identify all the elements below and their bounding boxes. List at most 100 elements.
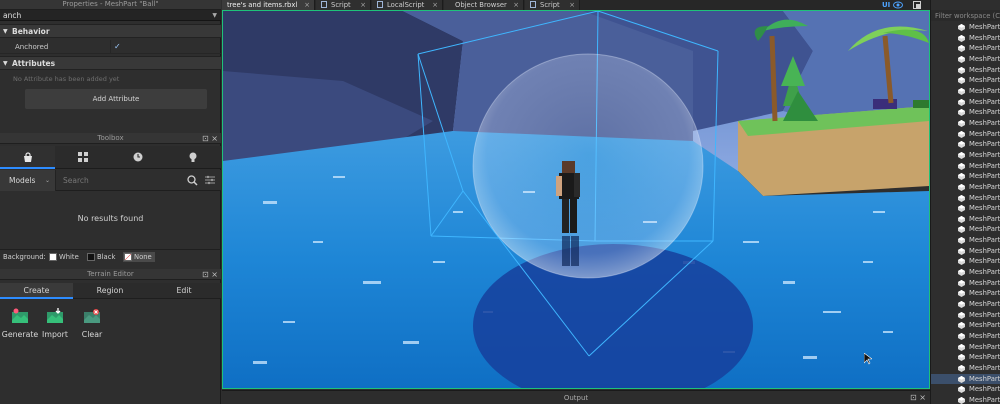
explorer-tree-item[interactable]: MeshPart <box>931 288 1000 299</box>
close-icon[interactable]: × <box>569 0 575 10</box>
mouse-cursor-icon <box>864 353 872 365</box>
meshpart-icon <box>958 87 965 95</box>
close-icon[interactable]: × <box>432 0 438 10</box>
search-icon[interactable] <box>187 175 198 186</box>
explorer-tree-item[interactable]: MeshPart <box>931 75 1000 86</box>
tab-place-file[interactable]: tree's and items.rbxl × <box>222 0 315 10</box>
anchored-property-row[interactable]: Anchored ✓ <box>0 40 221 54</box>
explorer-tree-item[interactable]: MeshPart <box>931 256 1000 267</box>
explorer-tree-item[interactable]: MeshPart <box>931 214 1000 225</box>
tab-create[interactable]: Create <box>0 283 73 299</box>
close-icon[interactable]: × <box>304 0 310 10</box>
lightbulb-icon <box>189 152 196 162</box>
explorer-tree-item[interactable]: MeshPart <box>931 150 1000 161</box>
meshpart-icon <box>958 66 965 74</box>
tab-label: tree's and items.rbxl <box>227 1 298 9</box>
explorer-tree-item[interactable]: MeshPart <box>931 342 1000 353</box>
meshpart-icon <box>958 77 965 85</box>
explorer-tree-item[interactable]: MeshPart <box>931 118 1000 129</box>
properties-header: Properties - MeshPart "Ball" <box>0 0 221 10</box>
tab-script[interactable]: Script × <box>316 0 371 10</box>
tab-region[interactable]: Region <box>73 283 147 299</box>
behavior-section-header[interactable]: ▼ Behavior <box>0 24 221 38</box>
close-icon[interactable]: × <box>360 0 366 10</box>
explorer-tree-item[interactable]: MeshPart <box>931 267 1000 278</box>
properties-filter[interactable]: anch ▼ <box>0 10 221 21</box>
import-tool[interactable]: Import <box>35 308 75 339</box>
explorer-tree-item[interactable]: MeshPart <box>931 129 1000 140</box>
chevron-down-icon[interactable]: ▼ <box>212 10 217 21</box>
anchored-checkbox[interactable]: ✓ <box>114 40 121 54</box>
explorer-tree-item[interactable]: MeshPart <box>931 54 1000 65</box>
explorer-tree-item[interactable]: MeshPart <box>931 299 1000 310</box>
generate-tool[interactable]: Generate <box>0 308 40 339</box>
explorer-tree-item[interactable]: MeshPart <box>931 235 1000 246</box>
add-attribute-button[interactable]: Add Attribute <box>25 89 207 109</box>
explorer-filter-input[interactable] <box>931 10 1000 21</box>
bg-none-label: None <box>134 253 152 261</box>
explorer-tree-item[interactable]: MeshPart <box>931 97 1000 108</box>
tab-marketplace[interactable] <box>55 146 110 169</box>
explorer-tree-item[interactable]: MeshPart <box>931 320 1000 331</box>
tab-localscript[interactable]: LocalScript × <box>372 0 443 10</box>
panel-controls[interactable]: ⊡ × <box>910 391 926 404</box>
attributes-section-header[interactable]: ▼ Attributes <box>0 56 221 70</box>
bg-black-option[interactable]: Black <box>86 252 115 262</box>
explorer-item-label: MeshPart <box>969 118 1000 127</box>
toolbox-search-input[interactable] <box>58 172 200 189</box>
explorer-tree-item[interactable]: MeshPart <box>931 171 1000 182</box>
panel-controls[interactable]: ⊡ × <box>202 133 218 144</box>
explorer-tree-item[interactable]: MeshPart <box>931 246 1000 257</box>
meshpart-icon <box>958 215 965 223</box>
ball-sphere[interactable] <box>472 53 704 279</box>
meshpart-icon <box>958 226 965 234</box>
tab-script-2[interactable]: Script × <box>525 0 580 10</box>
output-title: Output <box>563 394 589 402</box>
explorer-tree-item[interactable]: MeshPart <box>931 139 1000 150</box>
filter-icon[interactable] <box>205 175 215 185</box>
models-dropdown[interactable]: Models ⌄ <box>0 170 56 191</box>
explorer-tree-item[interactable]: MeshPart <box>931 22 1000 33</box>
explorer-tree-item[interactable]: MeshPart <box>931 161 1000 172</box>
explorer-tree-item[interactable]: MeshPart <box>931 86 1000 97</box>
explorer-tree-item[interactable]: MeshPart <box>931 363 1000 374</box>
toolbox-search-row: Models ⌄ <box>0 170 221 191</box>
explorer-tree-item[interactable]: MeshPart <box>931 352 1000 363</box>
explorer-tree-item[interactable]: MeshPart <box>931 310 1000 321</box>
close-icon[interactable]: × <box>513 0 519 10</box>
tab-inventory[interactable] <box>0 146 55 169</box>
output-panel-header[interactable]: Output ⊡ × <box>222 390 930 404</box>
bg-none-option[interactable]: None <box>123 252 155 262</box>
panel-controls[interactable]: ⊡ × <box>202 269 218 280</box>
explorer-tree-item[interactable]: MeshPart <box>931 33 1000 44</box>
meshpart-icon <box>958 343 965 351</box>
explorer-tree-item[interactable]: MeshPart <box>931 107 1000 118</box>
tab-object-browser[interactable]: Object Browser × <box>444 0 524 10</box>
explorer-item-label: MeshPart <box>969 214 1000 223</box>
properties-filter-value: anch <box>3 11 22 20</box>
scene-render <box>223 11 929 388</box>
script-icon <box>321 1 327 8</box>
explorer-tree-item[interactable]: MeshPart <box>931 203 1000 214</box>
3d-viewport[interactable] <box>222 10 930 389</box>
tab-recent[interactable] <box>110 146 165 169</box>
device-emulator-icon[interactable] <box>913 1 921 9</box>
explorer-tree-item[interactable]: MeshPart <box>931 182 1000 193</box>
explorer-tree-item[interactable]: MeshPart <box>931 395 1000 404</box>
tab-creations[interactable] <box>165 146 220 169</box>
bg-white-option[interactable]: White <box>48 252 79 262</box>
explorer-tree-item[interactable]: MeshPart <box>931 278 1000 289</box>
explorer-tree-item[interactable]: MeshPart <box>931 193 1000 204</box>
ui-visibility-label[interactable]: UI <box>882 0 890 10</box>
explorer-tree-item[interactable]: MeshPart <box>931 384 1000 395</box>
eye-icon[interactable] <box>893 1 903 9</box>
clear-tool[interactable]: Clear <box>72 308 112 339</box>
background-label: Background: <box>3 253 46 261</box>
explorer-tree-item[interactable]: MeshPart <box>931 43 1000 54</box>
explorer-tree-item[interactable]: MeshPart <box>931 373 1000 385</box>
explorer-tree-item[interactable]: MeshPart <box>931 331 1000 342</box>
explorer-tree-item[interactable]: MeshPart <box>931 65 1000 76</box>
tab-edit[interactable]: Edit <box>147 283 221 299</box>
grid-icon <box>77 152 88 162</box>
explorer-tree-item[interactable]: MeshPart <box>931 224 1000 235</box>
